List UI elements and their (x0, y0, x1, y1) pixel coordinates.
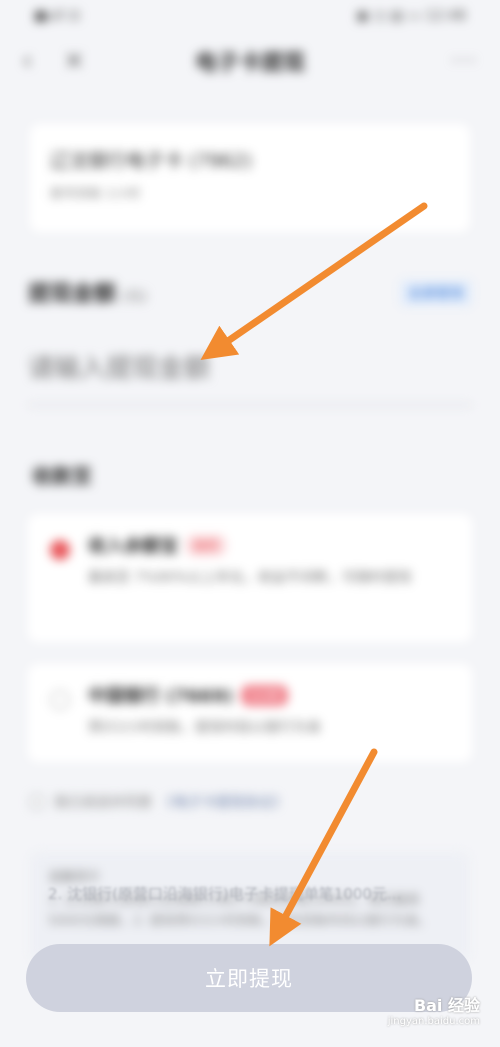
amount-underline (28, 404, 472, 406)
close-icon[interactable]: ✕ (64, 47, 84, 75)
option-desc: 最高至 7%90%以上年化，收益不间断，可随时提现 (88, 570, 412, 586)
recommend-badge: 推荐 (186, 534, 227, 556)
option-bank-card[interactable]: 中国银行 (7669) 2小时 预计2小时到账，提现时段以银行为准 (28, 664, 472, 762)
option-title-text: 中国银行 (7669) (88, 686, 233, 707)
watermark-url: jingyan.baidu.com (387, 1016, 480, 1027)
receive-section-title: 收款至 (32, 464, 92, 488)
amount-label-text: 提现金额 (28, 282, 117, 307)
more-icon[interactable]: ··· (451, 49, 478, 74)
radio-checked-icon[interactable] (50, 540, 70, 560)
withdraw-all-button[interactable]: 全部提现 (400, 280, 472, 306)
agreement-text: 我已阅读并同意 (54, 795, 152, 811)
watermark-brand: Bai 经验 (413, 996, 480, 1015)
option-yuebao[interactable]: 收入余额宝 推荐 最高至 7%90%以上年化，收益不间断，可随时提现 (28, 514, 472, 642)
tips-title: 温馨提示 (48, 870, 101, 885)
account-card[interactable]: 辽沈银行电子卡 (7962) 尾号到账 1小时 (30, 124, 470, 232)
signal-status: ■ull ⊡ (34, 8, 81, 24)
amount-label: 提现金额 (元) (28, 276, 147, 308)
time-badge: 2小时 (240, 684, 289, 706)
agreement-row[interactable]: 我已阅读并同意 《电子卡提现协议》 (30, 792, 286, 812)
account-name: 辽沈银行电子卡 (7962) (50, 150, 253, 172)
agreement-link[interactable]: 《电子卡提现协议》 (160, 792, 286, 812)
amount-unit: (元) (122, 289, 147, 305)
option-title: 中国银行 (7669) 2小时 (88, 682, 452, 708)
agreement-checkbox[interactable] (30, 795, 44, 809)
status-bar: ■ull ⊡ ▣ ◷ ▤ ▭ 12:48 (0, 0, 500, 32)
radio-unchecked-icon[interactable] (50, 690, 70, 710)
system-status: ▣ ◷ ▤ ▭ 12:48 (355, 8, 466, 24)
watermark: Bai 经验 jingyan.baidu.com (388, 992, 480, 1027)
tips-visible-text: 2. 沈银行(原营口沿海银行)电子卡提现单笔1000元... (48, 885, 402, 903)
back-icon[interactable]: ‹ (22, 46, 32, 76)
option-title: 收入余额宝 推荐 (88, 532, 452, 558)
amount-input[interactable] (28, 344, 472, 394)
account-sub: 尾号到账 1小时 (50, 187, 141, 202)
option-title-text: 收入余额宝 (88, 536, 178, 557)
nav-bar: ‹ ✕ 电子卡提现 ··· (0, 38, 500, 84)
option-desc: 预计2小时到账，提现时段以银行为准 (88, 720, 321, 736)
